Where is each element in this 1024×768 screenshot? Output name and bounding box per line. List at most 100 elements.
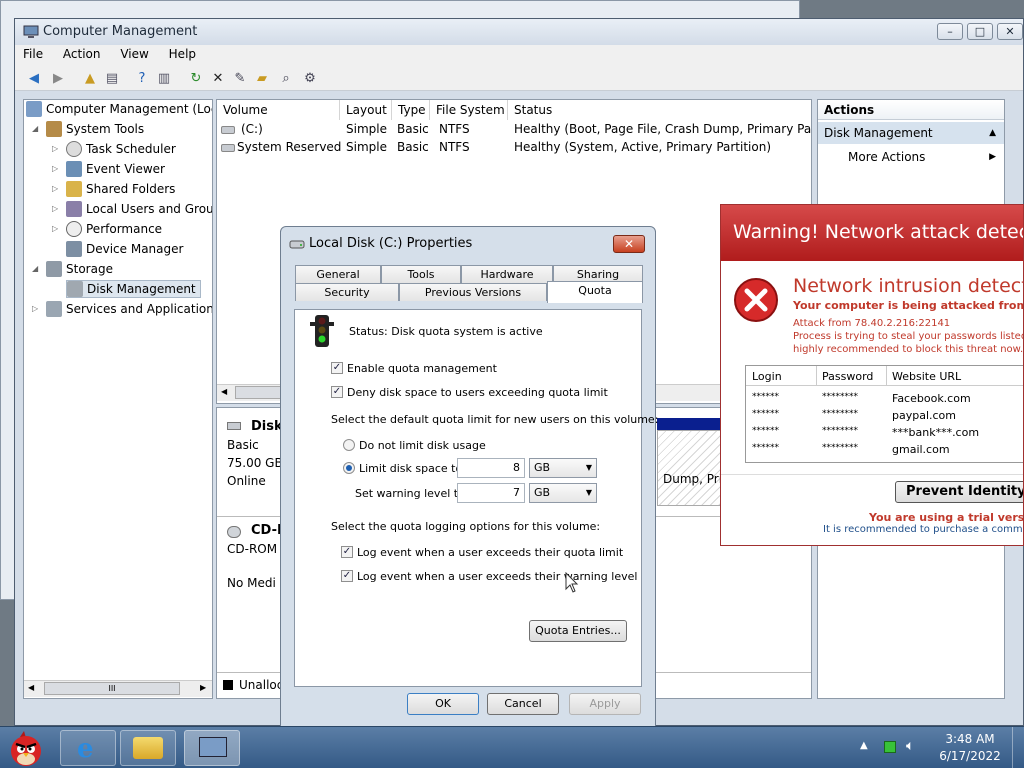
- volume-icon[interactable]: 🔈︎: [906, 738, 914, 754]
- show-action-pane-icon[interactable]: ▥: [155, 69, 173, 87]
- tree-item-performance[interactable]: ▷ Performance: [52, 220, 162, 238]
- limit-value-input[interactable]: 8: [457, 458, 525, 478]
- deny-space-label: Deny disk space to users exceeding quota…: [347, 386, 608, 399]
- tree-horizontal-scrollbar[interactable]: ◀ III ▶: [24, 680, 212, 697]
- maximize-button[interactable]: □: [967, 23, 993, 40]
- computer-management-taskbar-button[interactable]: [184, 730, 240, 766]
- show-hide-tree-icon[interactable]: ▤: [103, 69, 121, 87]
- tree-item-local-users[interactable]: ▷ Local Users and Group: [52, 200, 212, 218]
- ok-button[interactable]: OK: [407, 693, 479, 715]
- dialog-close-button[interactable]: ✕: [613, 235, 645, 253]
- start-button[interactable]: [4, 727, 48, 768]
- cdrom-media: No Medi: [227, 576, 276, 590]
- expand-icon[interactable]: ▷: [52, 140, 62, 158]
- tab-tools[interactable]: Tools: [381, 265, 461, 283]
- tab-general[interactable]: General: [295, 265, 381, 283]
- tree-item-event-viewer[interactable]: ▷ Event Viewer: [52, 160, 165, 178]
- scroll-right-icon[interactable]: ▶: [200, 683, 206, 692]
- actions-section-disk-management[interactable]: Disk Management ▲: [818, 122, 1004, 144]
- tree-label: Storage: [66, 262, 113, 276]
- more-actions-item[interactable]: More Actions ▶: [818, 146, 1004, 168]
- column-header-status[interactable]: Status: [508, 100, 811, 120]
- warning-value-input[interactable]: 7: [457, 483, 525, 503]
- deny-space-checkbox[interactable]: ✓: [331, 386, 343, 398]
- quota-entries-button[interactable]: Quota Entries...: [529, 620, 627, 642]
- explorer-taskbar-button[interactable]: [120, 730, 176, 766]
- column-header-volume[interactable]: Volume: [217, 100, 340, 120]
- properties-icon[interactable]: ✎: [231, 69, 249, 87]
- cancel-button[interactable]: Cancel: [487, 693, 559, 715]
- delete-icon[interactable]: ✕: [209, 69, 227, 87]
- column-header-file-system[interactable]: File System: [430, 100, 508, 120]
- clock-date[interactable]: 6/17/2022: [934, 749, 1006, 763]
- back-arrow-icon[interactable]: ◀: [25, 69, 43, 87]
- default-limit-label: Select the default quota limit for new u…: [331, 413, 659, 426]
- help-icon[interactable]: ?: [133, 69, 151, 87]
- scroll-left-icon[interactable]: ◀: [28, 683, 34, 692]
- close-window-button[interactable]: ✕: [997, 23, 1023, 40]
- stolen-credentials-table: Login Password Website URL ****** ******…: [745, 365, 1023, 463]
- limit-unit-select[interactable]: GB ▼: [529, 458, 597, 478]
- login-cell: ******: [752, 443, 779, 453]
- menu-action[interactable]: Action: [55, 45, 109, 63]
- tab-previous-versions[interactable]: Previous Versions: [399, 283, 547, 301]
- show-desktop-button[interactable]: [1012, 727, 1024, 768]
- storage-icon: [46, 261, 62, 277]
- expand-icon[interactable]: ▷: [52, 180, 62, 198]
- expand-icon[interactable]: ▷: [52, 220, 62, 238]
- actions-section-label: Disk Management: [824, 126, 933, 140]
- tree-item-storage[interactable]: ◢ Storage: [32, 260, 113, 278]
- fs-cell: NTFS: [439, 122, 470, 136]
- tree-item-disk-management[interactable]: Disk Management: [66, 280, 201, 298]
- forward-arrow-icon[interactable]: ▶: [49, 69, 67, 87]
- prevent-identity-theft-button[interactable]: Prevent Identity T: [895, 481, 1023, 503]
- open-folder-icon[interactable]: ▰: [253, 69, 271, 87]
- menu-file[interactable]: File: [15, 45, 51, 63]
- tree-item-task-scheduler[interactable]: ▷ Task Scheduler: [52, 140, 176, 158]
- expand-icon[interactable]: ▷: [52, 160, 62, 178]
- minimize-button[interactable]: –: [937, 23, 963, 40]
- device-manager-icon: [66, 241, 82, 257]
- up-folder-icon[interactable]: ▲: [81, 69, 99, 87]
- expand-icon[interactable]: ▷: [52, 200, 62, 218]
- refresh-icon[interactable]: ↻: [187, 69, 205, 87]
- disk-drive-icon: [227, 422, 241, 430]
- tab-quota[interactable]: Quota: [547, 281, 643, 303]
- more-actions-label: More Actions: [848, 150, 926, 164]
- no-limit-radio[interactable]: [343, 439, 355, 451]
- apply-button[interactable]: Apply: [569, 693, 641, 715]
- column-header-layout[interactable]: Layout: [340, 100, 392, 120]
- expand-icon[interactable]: ▷: [32, 300, 42, 318]
- tree-item-computer-management[interactable]: Computer Management (Loca: [26, 100, 212, 118]
- internet-explorer-taskbar-button[interactable]: e: [60, 730, 116, 766]
- tree-item-shared-folders[interactable]: ▷ Shared Folders: [52, 180, 175, 198]
- show-hidden-icons-icon[interactable]: ▲: [860, 740, 868, 751]
- tree-item-services-applications[interactable]: ▷ Services and Applications: [32, 300, 212, 318]
- tab-security[interactable]: Security: [295, 283, 399, 301]
- collapse-up-icon[interactable]: ▲: [989, 122, 996, 144]
- disk-settings-icon[interactable]: ⚙: [301, 69, 319, 87]
- title-bar[interactable]: Computer Management – □ ✕: [15, 19, 1023, 45]
- collapse-icon[interactable]: ◢: [32, 260, 42, 278]
- tree-item-system-tools[interactable]: ◢ System Tools: [32, 120, 144, 138]
- collapse-icon[interactable]: ◢: [32, 120, 42, 138]
- services-icon: [46, 301, 62, 317]
- column-header-type[interactable]: Type: [392, 100, 430, 120]
- log-quota-checkbox[interactable]: ✓: [341, 546, 353, 558]
- scroll-left-icon[interactable]: ◀: [221, 387, 227, 396]
- limit-disk-radio[interactable]: [343, 462, 355, 474]
- tab-hardware[interactable]: Hardware: [461, 265, 553, 283]
- search-icon[interactable]: ⌕: [277, 69, 295, 87]
- network-status-icon[interactable]: [884, 741, 896, 753]
- trial-notice: You are using a trial version: [869, 511, 1024, 524]
- log-warning-checkbox[interactable]: ✓: [341, 570, 353, 582]
- menu-help[interactable]: Help: [161, 45, 204, 63]
- menu-view[interactable]: View: [112, 45, 156, 63]
- warning-unit-select[interactable]: GB ▼: [529, 483, 597, 503]
- scroll-thumb[interactable]: III: [44, 682, 180, 695]
- type-cell: Basic: [397, 140, 429, 154]
- enable-quota-checkbox[interactable]: ✓: [331, 362, 343, 374]
- tree-item-device-manager[interactable]: Device Manager: [66, 240, 183, 258]
- clock-time[interactable]: 3:48 AM: [934, 732, 1006, 746]
- divider: [721, 474, 1023, 475]
